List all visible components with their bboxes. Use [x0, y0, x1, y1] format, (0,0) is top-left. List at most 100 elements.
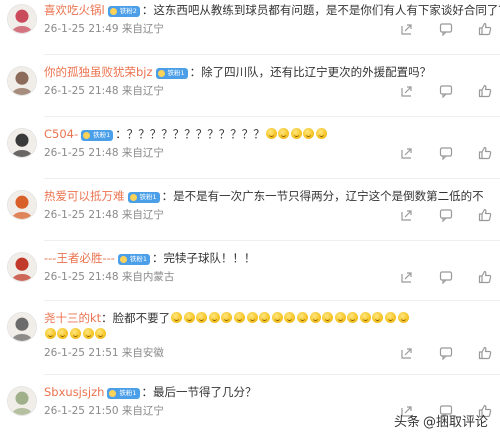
smile-emoji-icon: [397, 312, 409, 323]
colon: ：: [141, 3, 154, 17]
share-icon[interactable]: [400, 270, 414, 284]
comment-actions: [400, 270, 492, 284]
like-icon[interactable]: [478, 346, 492, 360]
comment-divider: [44, 300, 500, 301]
comment-text-line-continued: [44, 326, 496, 342]
smile-emoji-icon: [284, 312, 296, 323]
fan-badge: 铁粉2: [107, 6, 140, 17]
smile-emoji-icon: [296, 312, 308, 323]
comment-actions: [400, 146, 492, 160]
like-icon[interactable]: [478, 270, 492, 284]
username-link[interactable]: 你的孤独虽败犹荣bjz: [44, 65, 153, 79]
comment-icon[interactable]: [439, 146, 453, 160]
username-link[interactable]: Sbxusjsjzh: [44, 385, 104, 399]
fan-badge: 铁粉1: [127, 192, 160, 203]
comment-divider: [44, 240, 500, 241]
avatar[interactable]: [7, 312, 37, 342]
comment-divider: [44, 178, 500, 179]
colon: ：: [152, 251, 164, 265]
comment-icon[interactable]: [439, 22, 453, 36]
like-icon[interactable]: [478, 146, 492, 160]
smile-emoji-icon: [303, 128, 315, 139]
watermark: 头条 @捆取评论: [394, 409, 488, 431]
comment-actions: [400, 208, 492, 222]
username-link[interactable]: ---王者必胜---: [44, 251, 115, 265]
comment-divider: [44, 54, 500, 55]
smile-emoji-icon: [385, 312, 397, 323]
smile-emoji-icon: [322, 312, 334, 323]
colon: ：: [101, 311, 113, 325]
smile-emoji-icon: [265, 128, 277, 139]
share-icon[interactable]: [400, 146, 414, 160]
smile-emoji-icon: [259, 312, 271, 323]
comment-content: 这东西吧从教练到球员都有问题，是不是你们有人有下家谈好合同了？: [153, 3, 500, 17]
comment-item: 尧十三的kt：脸都不要了 26-1-25 21:51 来自安徽: [0, 308, 500, 375]
smile-emoji-icon: [196, 312, 208, 323]
watermark-platform: 头条: [393, 414, 420, 430]
smile-emoji-icon: [278, 128, 290, 139]
share-icon[interactable]: [400, 346, 414, 360]
smile-emoji-icon: [208, 312, 220, 323]
comment-actions: [400, 22, 492, 36]
avatar[interactable]: [7, 190, 37, 220]
avatar[interactable]: [7, 252, 37, 282]
fan-badge: 铁粉1: [155, 68, 188, 79]
comment-text-line: C504- 铁粉1：？？？？？？？？？？？？: [44, 126, 496, 142]
avatar[interactable]: [7, 4, 37, 34]
like-icon[interactable]: [478, 22, 492, 36]
smile-emoji-icon: [57, 328, 69, 339]
smile-emoji-icon: [359, 312, 371, 323]
fan-badge: 铁粉1: [81, 130, 114, 141]
fan-badge: 铁粉1: [107, 388, 140, 399]
comment-item: 你的孤独虽败犹荣bjz 铁粉1 ：除了四川队，还有比辽宁更次的外援配置吗？ 26-1-…: [0, 62, 500, 124]
colon: ：: [115, 127, 127, 141]
comment-content: 最后一节得了几分？: [153, 385, 257, 399]
colon: ：: [161, 189, 174, 203]
share-icon[interactable]: [400, 84, 414, 98]
comment-item: ---王者必胜--- 铁粉1 ：完犊子球队！！！ 26-1-25 21:48 来自内蒙…: [0, 248, 500, 310]
fan-badge: 铁粉1: [117, 254, 151, 265]
watermark-author: @捆取评论: [422, 414, 488, 430]
comment-text-line: 你的孤独虽败犹荣bjz 铁粉1 ：除了四川队，还有比辽宁更次的外援配置吗？: [44, 64, 496, 80]
comment-icon[interactable]: [439, 208, 453, 222]
colon: ：: [141, 385, 154, 399]
comment-icon[interactable]: [439, 84, 453, 98]
comment-content: 是不是有一次广东一节只得两分，辽宁这个是倒数第二低的不: [173, 189, 484, 203]
comment-text-line: 尧十三的kt：脸都不要了: [44, 310, 496, 326]
share-icon[interactable]: [400, 22, 414, 36]
avatar[interactable]: [7, 386, 37, 416]
comment-content: 除了四川队，还有比辽宁更次的外援配置吗？: [201, 65, 432, 79]
smile-emoji-icon: [290, 128, 302, 139]
comment-text-line: Sbxusjsjzh 铁粉1 ：最后一节得了几分？: [44, 384, 496, 400]
smile-emoji-icon: [69, 328, 81, 339]
smile-emoji-icon: [183, 312, 195, 323]
smile-emoji-icon: [271, 312, 283, 323]
smile-emoji-icon: [170, 312, 182, 323]
username-link[interactable]: 喜欢吃火锅l: [44, 3, 105, 17]
comment-item: C504- 铁粉1：？？？？？？？？？？？？ 26-1-25 21:48 来自辽宁: [0, 124, 500, 186]
smile-emoji-icon: [334, 312, 346, 323]
smile-emoji-icon: [44, 328, 56, 339]
like-icon[interactable]: [478, 84, 492, 98]
smile-emoji-icon: [221, 312, 233, 323]
comment-content: 完犊子球队！！！: [163, 251, 256, 265]
smile-emoji-icon: [315, 128, 327, 139]
smile-emoji-icon: [372, 312, 384, 323]
comment-item: 喜欢吃火锅l 铁粉2 ：这东西吧从教练到球员都有问题，是不是你们有人有下家谈好合同了…: [0, 0, 500, 62]
comment-actions: [400, 84, 492, 98]
avatar[interactable]: [7, 66, 37, 96]
share-icon[interactable]: [400, 208, 414, 222]
username-link[interactable]: 尧十三的kt: [44, 311, 101, 325]
smile-emoji-icon: [246, 312, 258, 323]
comment-list: 喜欢吃火锅l 铁粉2 ：这东西吧从教练到球员都有问题，是不是你们有人有下家谈好合同了…: [0, 0, 500, 440]
comment-icon[interactable]: [439, 346, 453, 360]
avatar[interactable]: [7, 128, 37, 158]
username-link[interactable]: C504-: [44, 127, 78, 141]
username-link[interactable]: 热爱可以抵万难: [44, 189, 125, 203]
comment-icon[interactable]: [439, 270, 453, 284]
smile-emoji-icon: [82, 328, 94, 339]
comment-divider: [44, 116, 500, 117]
comment-text-line: ---王者必胜--- 铁粉1 ：完犊子球队！！！: [44, 250, 496, 266]
like-icon[interactable]: [478, 208, 492, 222]
colon: ：: [189, 65, 202, 79]
